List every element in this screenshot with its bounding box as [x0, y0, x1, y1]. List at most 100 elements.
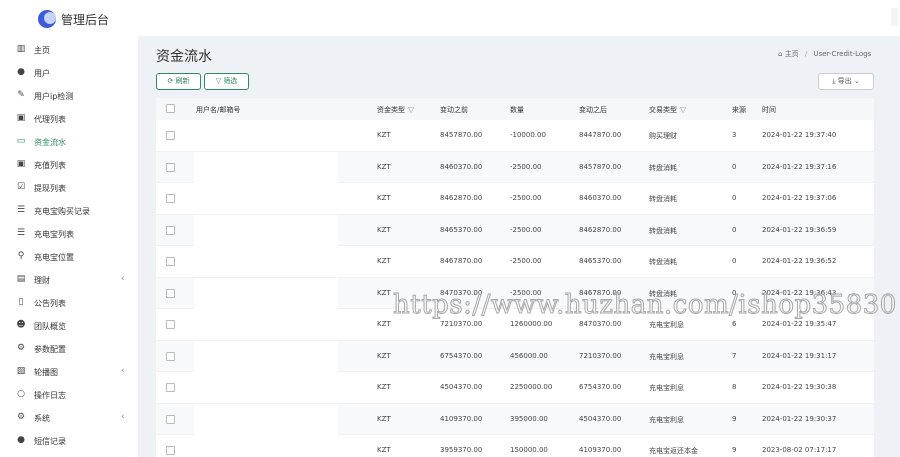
after-cell: 4109370.00: [579, 446, 622, 454]
sidebar-item[interactable]: ▤ 理财 ‹: [0, 268, 138, 291]
sidebar-item-label: 用户: [34, 69, 50, 78]
recharge-icon: ▣: [16, 159, 26, 169]
select-all-checkbox[interactable]: [166, 104, 175, 113]
table-row[interactable]: KZT 4504370.00 2250000.00 6754370.00 充电宝利息 8 2…: [156, 372, 874, 404]
sidebar-item[interactable]: ☰ 充电宝列表: [0, 222, 138, 245]
sidebar-item[interactable]: ▨ 轮播图 ‹: [0, 360, 138, 383]
amount-cell: -2500.00: [510, 257, 542, 265]
row-checkbox[interactable]: [166, 257, 175, 266]
export-button[interactable]: ⤓ 导出 ⌄: [818, 73, 874, 90]
wallet-icon: ▤: [16, 274, 26, 284]
trade-type-cell: 转盘消耗: [649, 258, 677, 266]
time-cell: 2023-08-02 07:17:17: [762, 446, 837, 454]
table-row[interactable]: KZT 8457870.00 -10000.00 8447870.00 购买理财 3 202…: [156, 120, 874, 152]
sidebar-item[interactable]: ▣ 代理列表: [0, 107, 138, 130]
sidebar-item[interactable]: ⚲ 充电宝位置: [0, 245, 138, 268]
row-checkbox[interactable]: [166, 320, 175, 329]
row-checkbox[interactable]: [166, 288, 175, 298]
source-cell: 0: [732, 225, 737, 234]
sidebar-item[interactable]: ▯ 公告列表: [0, 291, 138, 314]
row-checkbox[interactable]: [166, 131, 175, 140]
column-source: 来源: [732, 106, 746, 114]
before-cell: 7210370.00: [440, 320, 483, 328]
amount-cell: -10000.00: [510, 131, 546, 139]
source-cell: 3: [732, 131, 737, 139]
page-title: 资金流水: [156, 49, 212, 65]
after-cell: 8447870.00: [579, 131, 622, 139]
refresh-button[interactable]: ⟳ 刷新: [156, 73, 201, 90]
after-cell: 8462870.00: [579, 225, 622, 234]
sidebar-item[interactable]: ▥ 主页: [0, 38, 138, 61]
top-bar: 管理后台: [0, 0, 900, 36]
fund-type-cell: KZT: [377, 131, 391, 139]
sidebar-item[interactable]: ☰ 充电宝购买记录: [0, 199, 138, 222]
table-row[interactable]: KZT 8460370.00 -2500.00 8457870.00 转盘消耗 0 2024…: [156, 151, 874, 183]
fund-type-cell: KZT: [377, 383, 391, 391]
magic-icon: ✎: [17, 90, 25, 100]
time-cell: 2024-01-22 19:37:40: [762, 131, 837, 139]
sidebar-item-label: 用户ip检测: [34, 92, 74, 101]
refresh-icon: ⟳: [167, 77, 174, 85]
amount-cell: 150000.00: [510, 446, 548, 454]
sidebar-item-label: 系统: [34, 414, 50, 423]
column-trade-type[interactable]: 交易类型 ▽: [649, 105, 686, 115]
filter-icon[interactable]: ▽: [408, 105, 414, 114]
brand-title: 管理后台: [61, 13, 110, 27]
cogs-icon: ⚙: [16, 343, 26, 353]
before-cell: 6754370.00: [440, 351, 483, 360]
sidebar-item[interactable]: ☻ 团队概览: [0, 314, 138, 337]
sidebar-item[interactable]: ● 短信记录: [0, 429, 138, 452]
before-cell: 8462870.00: [440, 194, 483, 202]
sidebar-item[interactable]: ○ 操作日志: [0, 383, 138, 406]
time-cell: 2024-01-22 19:35:47: [762, 320, 837, 328]
sidebar-item[interactable]: ▣ 充值列表: [0, 153, 138, 176]
row-checkbox[interactable]: [166, 225, 175, 235]
filter-button[interactable]: ▽ 筛选: [204, 73, 249, 90]
row-checkbox[interactable]: [166, 414, 175, 424]
sidebar-item[interactable]: ⚙ 系统 ‹: [0, 406, 138, 429]
row-checkbox[interactable]: [166, 446, 175, 455]
filter-icon[interactable]: ▽: [680, 105, 686, 114]
trade-type-cell: 转盘消耗: [649, 195, 677, 203]
chevron-left-icon: ‹: [121, 412, 125, 422]
document-icon: ▯: [18, 297, 24, 307]
table-row[interactable]: KZT 8462870.00 -2500.00 8460370.00 转盘消耗 0 2024…: [156, 183, 874, 215]
table-row[interactable]: KZT 4109370.00 395000.00 4504370.00 充电宝利息 9 20…: [156, 403, 874, 435]
row-checkbox[interactable]: [166, 383, 175, 392]
row-checkbox[interactable]: [166, 162, 175, 172]
sidebar-item[interactable]: ● 用户: [0, 61, 138, 84]
table-row[interactable]: KZT 6754370.00 456000.00 7210370.00 充电宝利息 7 20…: [156, 340, 874, 372]
image-icon: ▨: [16, 366, 26, 376]
dashboard-icon: ▥: [16, 44, 26, 54]
card-list-icon: ☰: [16, 228, 26, 238]
row-checkbox[interactable]: [166, 194, 175, 203]
sidebar-item[interactable]: ▭ 资金流水: [0, 130, 138, 153]
breadcrumb: ⌂ 主页 / User-Credit-Logs: [778, 49, 871, 59]
table-row[interactable]: KZT 8467870.00 -2500.00 8465370.00 转盘消耗 0 2024…: [156, 246, 874, 278]
username-cell: [194, 214, 338, 246]
amount-cell: -2500.00: [510, 225, 542, 234]
amount-cell: 456000.00: [510, 351, 548, 360]
table-row[interactable]: KZT 3959370.00 150000.00 4109370.00 充电宝返还本金 9…: [156, 435, 874, 457]
username-cell: [194, 120, 338, 151]
source-cell: 7: [732, 351, 737, 360]
time-cell: 2024-01-22 19:31:17: [762, 351, 837, 360]
row-checkbox[interactable]: [166, 351, 175, 361]
table-row[interactable]: KZT 8465370.00 -2500.00 8462870.00 转盘消耗 0 2024…: [156, 214, 874, 246]
sidebar-item[interactable]: ✎ 用户ip检测: [0, 84, 138, 107]
breadcrumb-separator: /: [804, 50, 808, 58]
after-cell: 6754370.00: [579, 383, 622, 391]
before-cell: 8467870.00: [440, 257, 483, 265]
time-cell: 2024-01-22 19:30:38: [762, 383, 837, 391]
breadcrumb-home[interactable]: 主页: [785, 50, 799, 58]
sidebar-item[interactable]: ☑ 提现列表: [0, 176, 138, 199]
source-cell: 8: [732, 383, 737, 391]
trade-type-cell: 充电宝利息: [649, 352, 684, 361]
sidebar-item[interactable]: ⚙ 参数配置: [0, 337, 138, 360]
trade-type-cell: 转盘消耗: [649, 226, 677, 235]
trade-type-cell: 充电宝利息: [649, 384, 684, 392]
column-fund-type[interactable]: 资金类型 ▽: [377, 105, 414, 115]
trade-type-cell: 转盘消耗: [649, 163, 677, 172]
trade-type-cell: 充电宝利息: [649, 415, 684, 424]
header-menu-button[interactable]: [891, 8, 898, 26]
